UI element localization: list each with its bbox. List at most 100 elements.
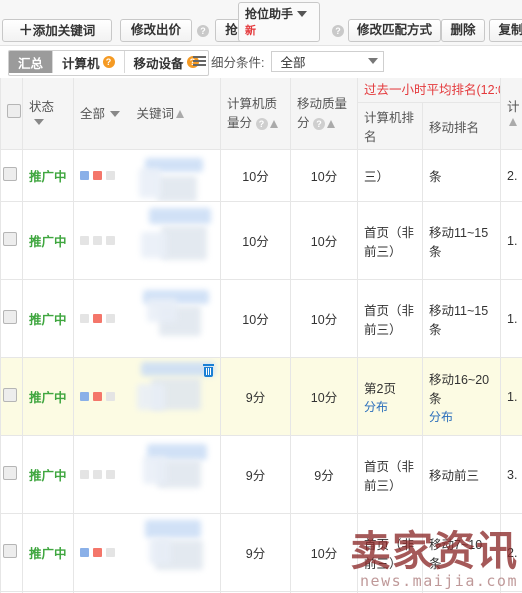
sort-asc-icon[interactable] <box>176 110 185 119</box>
keyword-header-label: 关键词 <box>136 106 175 121</box>
sort-asc-icon[interactable] <box>509 118 517 127</box>
row-select-cell[interactable] <box>0 149 23 202</box>
tag-chip-2[interactable] <box>93 314 102 323</box>
table-row[interactable]: 推广中 10分 10分 三）条 2. <box>0 149 522 202</box>
tag-chip-1[interactable] <box>80 548 89 557</box>
tab-summary[interactable]: 汇总 <box>9 51 54 73</box>
tag-chip-2[interactable] <box>93 171 102 180</box>
status-badge: 推广中 <box>29 313 67 327</box>
modify-match-button[interactable]: 修改匹配方式 <box>348 19 441 42</box>
row-select-cell[interactable] <box>0 513 23 592</box>
mobile-rank-label: 移动排名 <box>429 120 480 135</box>
tag-chips-cell[interactable] <box>73 357 131 436</box>
sort-asc-icon[interactable] <box>327 119 335 128</box>
mobile-quality-header[interactable]: 移动质量分 ? <box>290 78 358 150</box>
avg-rank-group-label: 过去一小时平均排名(12:00~ <box>364 83 500 97</box>
row-checkbox[interactable] <box>3 232 17 246</box>
status-cell: 推广中 <box>22 513 74 592</box>
mobile-rank-distribution-link[interactable]: 分布 <box>429 408 494 425</box>
row-checkbox[interactable] <box>3 310 17 324</box>
tag-chip-2[interactable] <box>93 548 102 557</box>
row-checkbox[interactable] <box>3 544 17 558</box>
mobile-quality-help-icon[interactable]: ? <box>313 117 325 130</box>
row-select-cell[interactable] <box>0 435 23 514</box>
chevron-down-icon[interactable] <box>368 57 379 64</box>
tag-chips-cell[interactable] <box>73 149 131 202</box>
keyword-header[interactable]: 关键词 <box>130 78 221 150</box>
pc-rank-distribution-link[interactable]: 分布 <box>364 398 416 415</box>
tag-chip-1[interactable] <box>80 314 89 323</box>
row-checkbox[interactable] <box>3 167 17 181</box>
pc-rank-label: 计算机排名 <box>364 111 415 144</box>
table-row[interactable]: 推广中 10分 10分 首页（非前三） 移动11~15条 1. <box>0 279 522 358</box>
tag-chip-3[interactable] <box>106 236 115 245</box>
tag-chip-2[interactable] <box>93 236 102 245</box>
status-badge: 推广中 <box>29 170 67 184</box>
tag-chips <box>80 470 125 479</box>
keyword-cell[interactable] <box>130 149 221 202</box>
chevron-down-icon[interactable] <box>110 111 121 118</box>
row-checkbox[interactable] <box>3 388 17 402</box>
table-row[interactable]: 推广中 9分 10分 第2页 分布 移动16~20条 分布 1. <box>0 357 522 436</box>
mobile-rank-header[interactable]: 移动排名 <box>422 102 501 150</box>
chevron-down-icon[interactable] <box>297 10 308 17</box>
pc-rank-header[interactable]: 计算机排名 <box>357 102 423 150</box>
tab-computer-help-icon[interactable]: ? <box>102 56 115 68</box>
keyword-cell[interactable] <box>130 513 221 592</box>
copy-button[interactable]: 复制 <box>489 19 522 42</box>
status-badge: 推广中 <box>29 547 67 561</box>
pc-quality-help-icon[interactable]: ? <box>255 117 268 130</box>
table-row[interactable]: 推广中 10分 10分 首页（非前三） 移动11~15条 1. <box>0 201 522 280</box>
tag-chip-1[interactable] <box>80 171 89 180</box>
modify-bid-button[interactable]: 修改出价 <box>120 19 192 42</box>
tag-chips-cell[interactable] <box>73 513 131 592</box>
row-checkbox[interactable] <box>3 466 17 480</box>
tag-chips-cell[interactable] <box>73 435 131 514</box>
subdivision-filter-select[interactable]: 全部 <box>271 51 385 72</box>
modify-bid-label: 修改出价 <box>130 23 181 37</box>
add-keyword-button[interactable]: ＋添加关键词 <box>2 19 112 42</box>
clipped-right-header[interactable]: 计 <box>500 78 522 150</box>
tag-chip-1[interactable] <box>80 392 89 401</box>
chevron-down-icon[interactable] <box>34 119 44 126</box>
tag-chip-1[interactable] <box>80 236 89 245</box>
tag-chips-cell[interactable] <box>73 279 131 358</box>
all-filter-header[interactable]: 全部 <box>73 78 131 150</box>
tag-chip-2[interactable] <box>93 470 102 479</box>
tab-computer[interactable]: 计算机 ? <box>53 51 125 73</box>
tab-mobile-label: 移动设备 <box>133 56 184 71</box>
tag-chips <box>80 548 125 557</box>
subdivision-filter-label: 细分条件: <box>211 56 265 70</box>
row-select-cell[interactable] <box>0 201 23 280</box>
keyword-cell[interactable] <box>130 279 221 358</box>
keyword-table-scroll[interactable]: 状态 全部 关键词 计算机质量分 ? 移动质量分 ? 过去一小时平均排名(12: <box>0 78 522 593</box>
row-select-cell[interactable] <box>0 279 23 358</box>
add-keyword-label: 添加关键词 <box>32 24 96 38</box>
row-select-cell[interactable] <box>0 357 23 436</box>
grab-assistant-help-icon[interactable]: ? <box>332 25 344 37</box>
tag-chips <box>80 314 125 323</box>
status-header[interactable]: 状态 <box>22 78 74 150</box>
keyword-cell[interactable] <box>130 357 221 436</box>
tag-chip-1[interactable] <box>80 470 89 479</box>
delete-keyword-icon[interactable] <box>203 364 214 377</box>
tag-chip-3[interactable] <box>106 470 115 479</box>
table-row[interactable]: 推广中 9分 10分 首页（非前三） 移动7~10条 2. <box>0 513 522 592</box>
tag-chip-3[interactable] <box>106 171 115 180</box>
modify-bid-help-icon[interactable]: ? <box>197 25 209 37</box>
delete-button[interactable]: 删除 <box>441 19 485 42</box>
tag-chips-cell[interactable] <box>73 201 131 280</box>
mobile-quality-cell: 10分 <box>290 357 358 436</box>
tag-chip-3[interactable] <box>106 548 115 557</box>
sort-asc-icon[interactable] <box>269 119 278 128</box>
tag-chip-3[interactable] <box>106 392 115 401</box>
keyword-cell[interactable] <box>130 201 221 280</box>
pc-quality-cell: 10分 <box>220 149 291 202</box>
keyword-cell[interactable] <box>130 435 221 514</box>
pc-rank-cell: 三） <box>357 149 423 202</box>
tag-chip-2[interactable] <box>93 392 102 401</box>
tag-chip-3[interactable] <box>106 314 115 323</box>
table-row[interactable]: 推广中 9分 9分 首页（非前三） 移动前三 3. <box>0 435 522 514</box>
select-all-checkbox[interactable] <box>7 103 21 118</box>
pc-quality-header[interactable]: 计算机质量分 ? <box>220 78 291 150</box>
